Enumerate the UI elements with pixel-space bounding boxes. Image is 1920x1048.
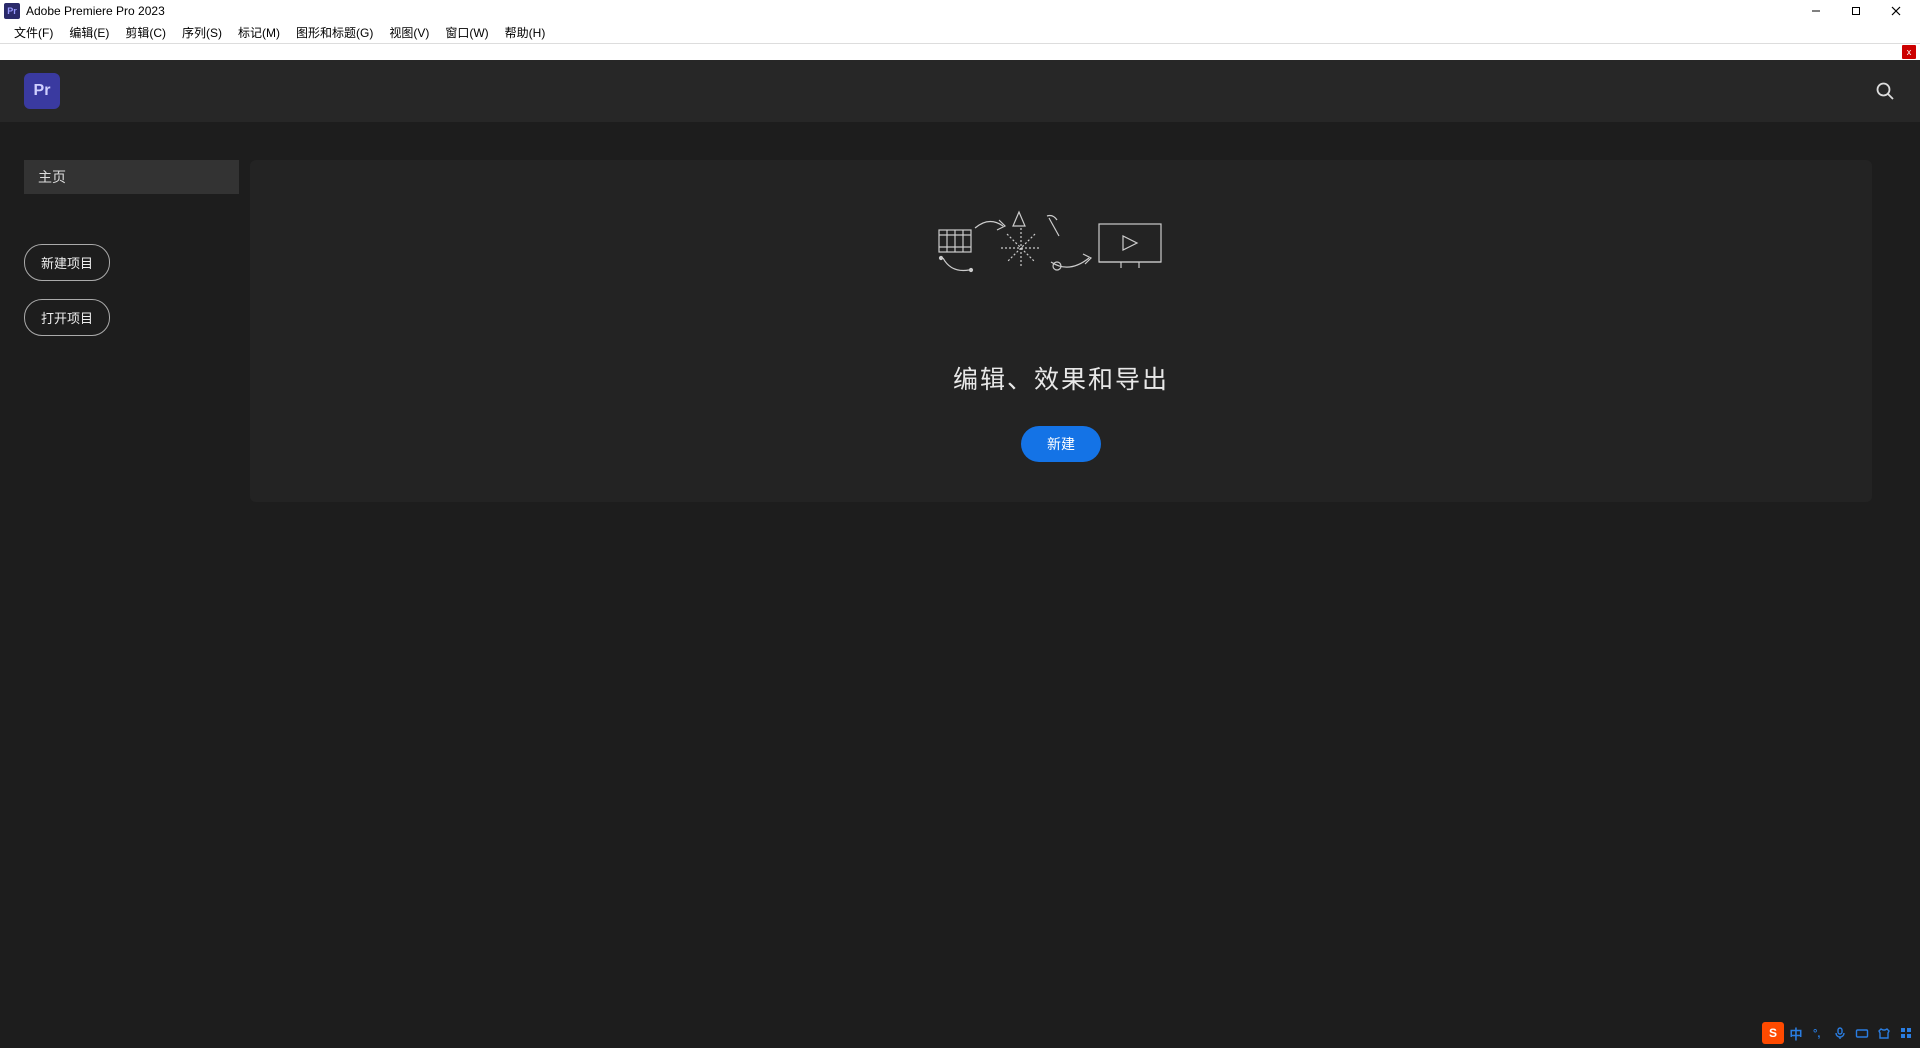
menu-view[interactable]: 视图(V) [381,22,437,43]
svg-text:°,: °, [1813,1028,1820,1040]
menu-sequence[interactable]: 序列(S) [174,22,230,43]
ime-skin-icon[interactable] [1874,1023,1894,1043]
app-header: Pr [0,60,1920,122]
ime-keyboard-icon[interactable] [1852,1023,1872,1043]
search-icon[interactable] [1874,80,1896,102]
app-icon: Pr [4,3,20,19]
sidebar: 主页 新建项目 打开项目 [0,160,250,1048]
ime-toolbar: S 中 °, [1762,1022,1916,1044]
menu-clip[interactable]: 剪辑(C) [117,22,174,43]
ime-punct-icon[interactable]: °, [1808,1023,1828,1043]
new-project-button[interactable]: 新建项目 [24,244,110,281]
menu-graphics[interactable]: 图形和标题(G) [288,22,381,43]
maximize-button[interactable] [1836,0,1876,22]
premiere-logo-icon: Pr [24,73,60,109]
ime-lang-icon[interactable]: 中 [1786,1023,1806,1043]
new-button[interactable]: 新建 [1021,426,1101,462]
content-area: 编辑、效果和导出 新建 [250,160,1920,1048]
minimize-button[interactable] [1796,0,1836,22]
open-project-button[interactable]: 打开项目 [24,299,110,336]
close-button[interactable] [1876,0,1916,22]
menu-window[interactable]: 窗口(W) [437,22,496,43]
main-area: 主页 新建项目 打开项目 [0,122,1920,1048]
workflow-illustration-icon [931,208,1191,298]
sidebar-home[interactable]: 主页 [24,160,239,194]
window-titlebar: Pr Adobe Premiere Pro 2023 [0,0,1920,22]
welcome-card: 编辑、效果和导出 新建 [250,160,1872,502]
ime-toolbox-icon[interactable] [1896,1023,1916,1043]
panel-close-strip: x [0,44,1920,60]
ime-mic-icon[interactable] [1830,1023,1850,1043]
welcome-heading: 编辑、效果和导出 [953,360,1169,396]
menu-help[interactable]: 帮助(H) [497,22,554,43]
menu-file[interactable]: 文件(F) [6,22,61,43]
ime-sogou-icon[interactable]: S [1762,1022,1784,1044]
menu-edit[interactable]: 编辑(E) [61,22,117,43]
menubar: 文件(F) 编辑(E) 剪辑(C) 序列(S) 标记(M) 图形和标题(G) 视… [0,22,1920,44]
window-title: Adobe Premiere Pro 2023 [26,4,1796,18]
menu-markers[interactable]: 标记(M) [230,22,288,43]
panel-close-icon[interactable]: x [1902,45,1916,59]
